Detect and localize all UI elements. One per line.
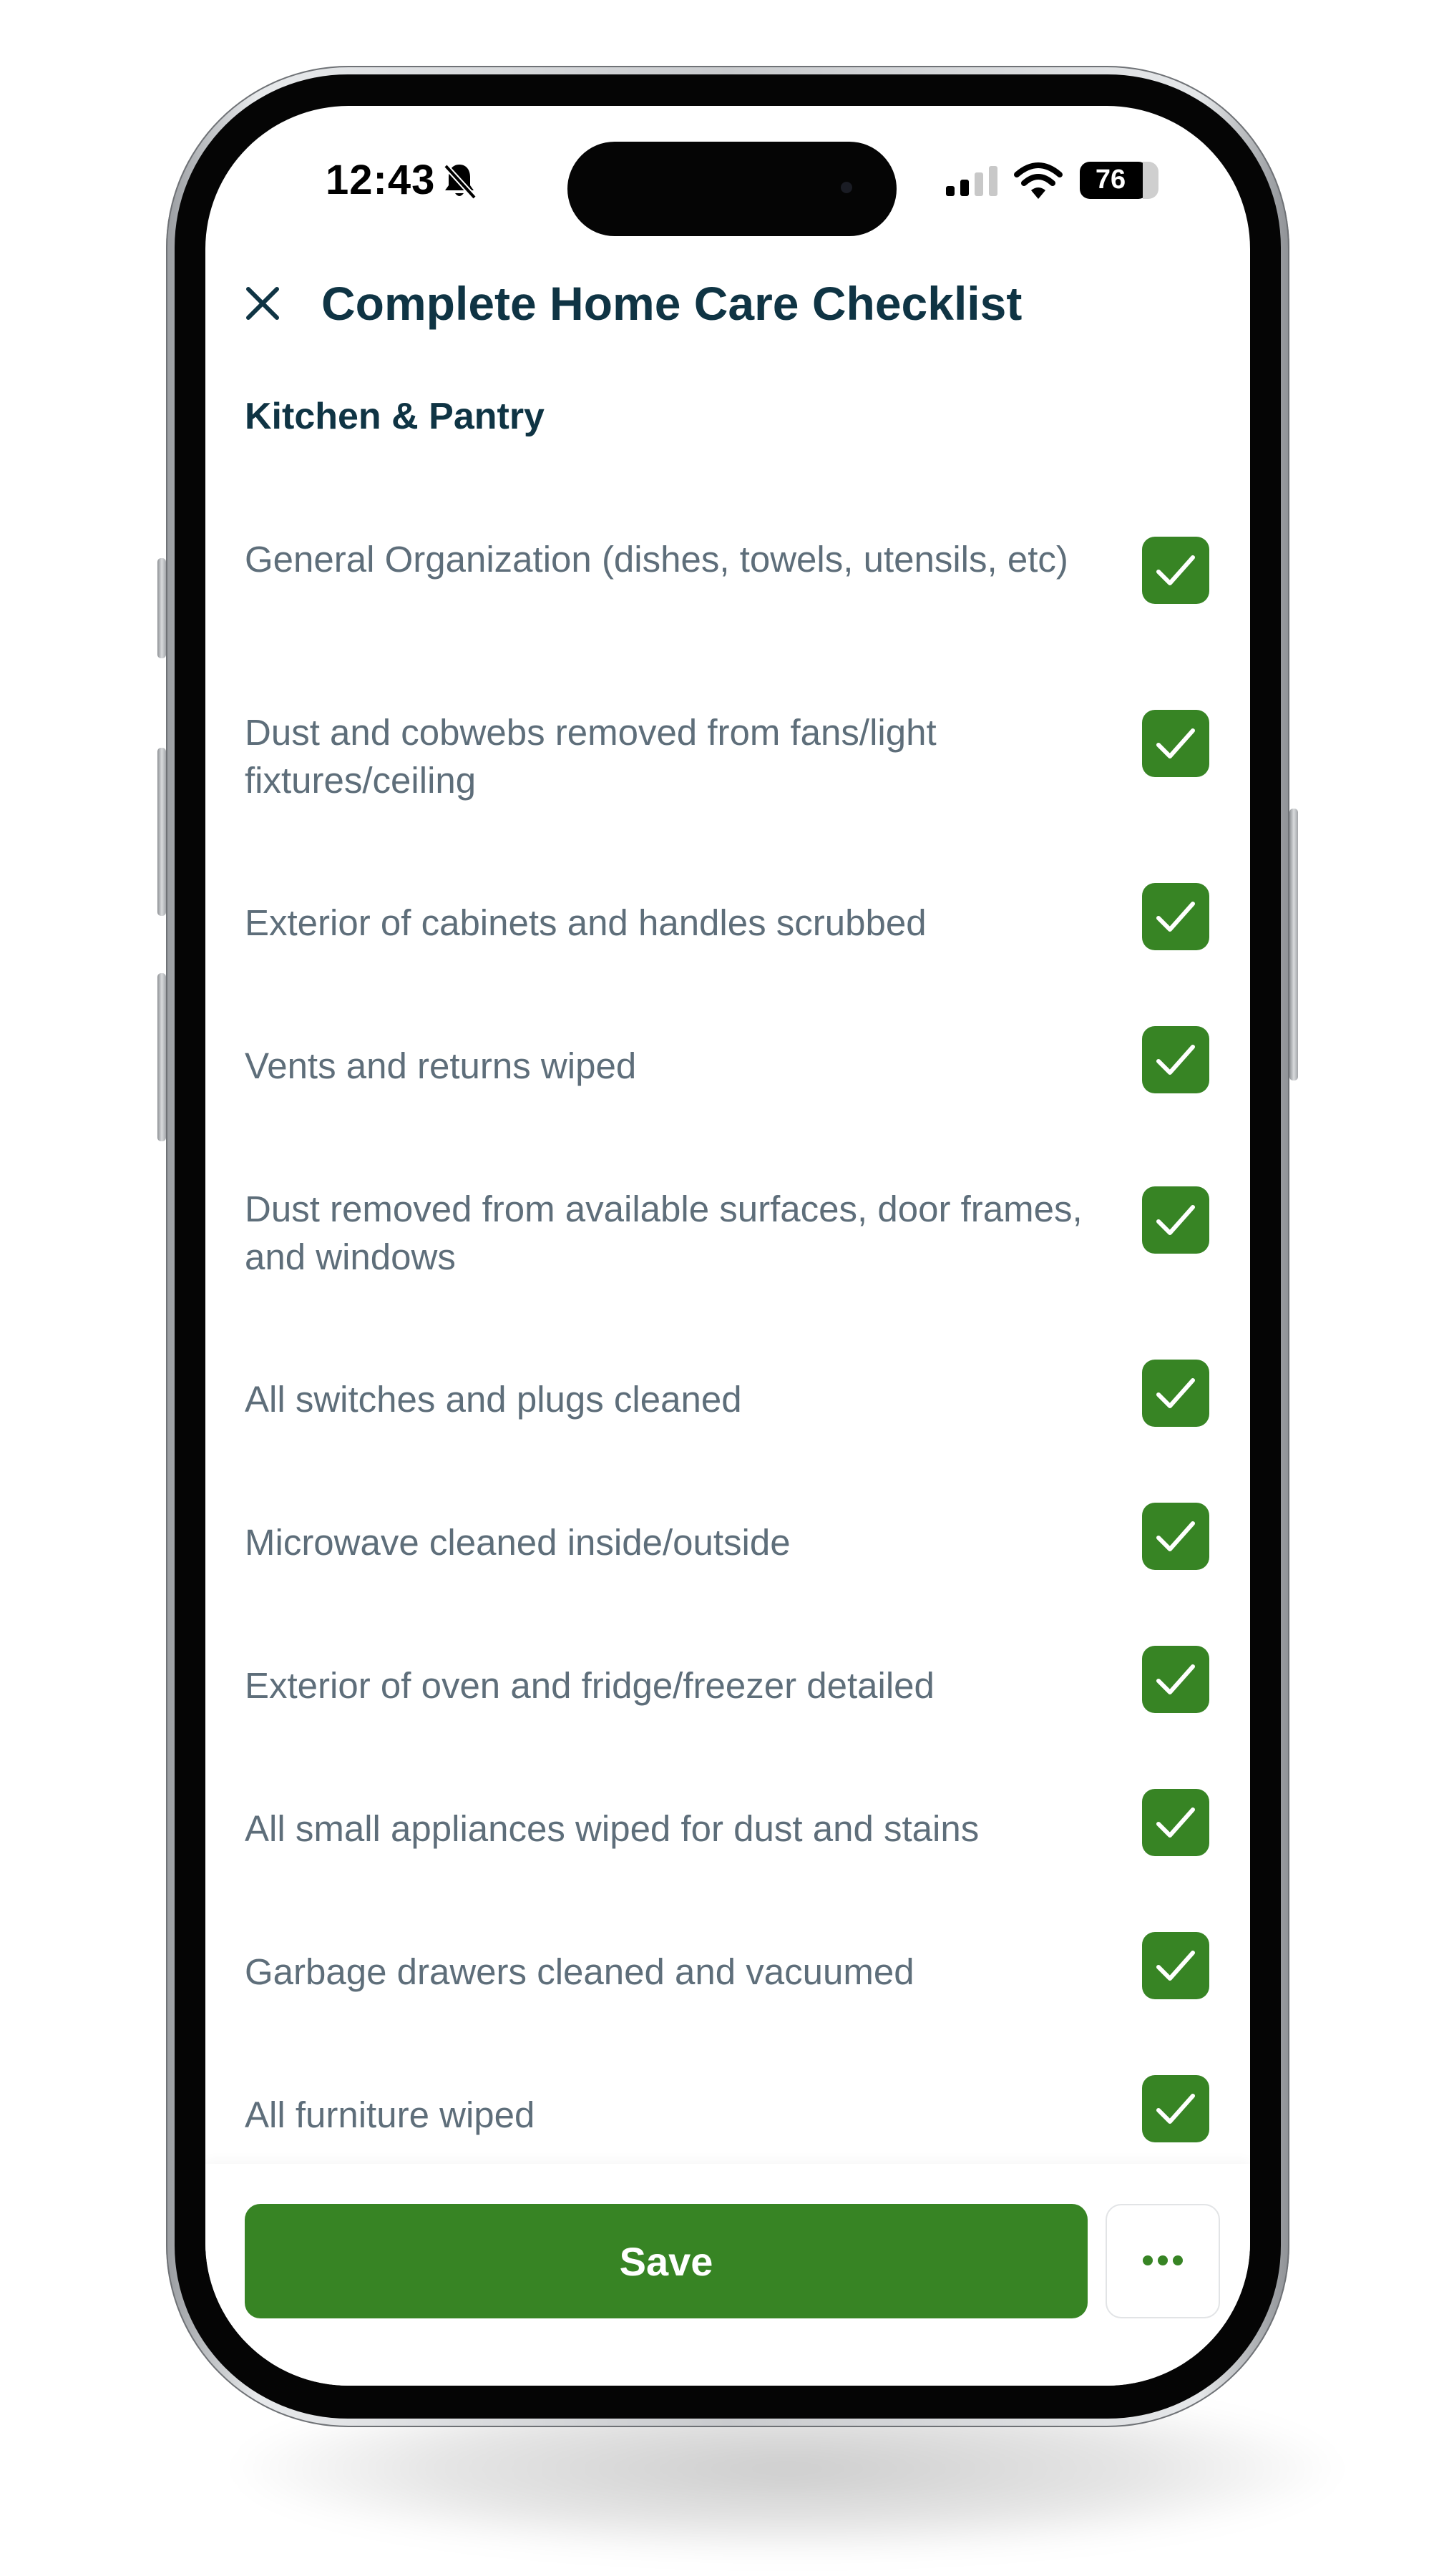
checklist-item-label: Vents and returns wiped xyxy=(245,1045,637,1086)
battery-icon: 76 xyxy=(1080,162,1158,199)
page-title: Complete Home Care Checklist xyxy=(321,277,1023,330)
checklist-item-label: Garbage drawers cleaned and vacuumed xyxy=(245,1951,914,1992)
bell-slash-icon xyxy=(444,164,477,200)
checkbox-checked[interactable] xyxy=(1142,1360,1209,1427)
checklist-item-label: Exterior of oven and fridge/freezer deta… xyxy=(245,1665,935,1706)
checkbox-checked[interactable] xyxy=(1142,1646,1209,1713)
checklist-item-label: Dust and cobwebs removed from fans/light… xyxy=(245,712,937,801)
close-icon[interactable] xyxy=(240,280,286,326)
checklist-item-label: General Organization (dishes, towels, ut… xyxy=(245,539,1068,580)
checkmark-icon xyxy=(1156,555,1195,585)
checkbox-checked[interactable] xyxy=(1142,1503,1209,1570)
checkbox-checked[interactable] xyxy=(1142,2075,1209,2142)
checkmark-icon xyxy=(1156,728,1195,758)
save-button[interactable]: Save xyxy=(245,2204,1088,2318)
checkmark-icon xyxy=(1156,902,1195,932)
checklist-item-label: All switches and plugs cleaned xyxy=(245,1379,742,1420)
phone-screen: 12:43 76 Complete Home Care Checklist Ki… xyxy=(205,106,1250,2386)
checkbox-checked[interactable] xyxy=(1142,1026,1209,1093)
checkmark-icon xyxy=(1156,1664,1195,1694)
checklist-item-label: Exterior of cabinets and handles scrubbe… xyxy=(245,902,927,943)
checklist-item-label: All furniture wiped xyxy=(245,2094,535,2135)
checkbox-checked[interactable] xyxy=(1142,1186,1209,1254)
section-title: Kitchen & Pantry xyxy=(245,396,545,437)
checkmark-icon xyxy=(1156,1045,1195,1075)
checkbox-checked[interactable] xyxy=(1142,1789,1209,1856)
camera-lens xyxy=(841,182,852,193)
checkmark-icon xyxy=(1156,1807,1195,1838)
volume-up-button xyxy=(157,748,166,916)
status-time: 12:43 xyxy=(326,157,436,203)
checklist-item-label: All small appliances wiped for dust and … xyxy=(245,1808,980,1849)
checklist-item-label: Microwave cleaned inside/outside xyxy=(245,1522,791,1563)
checkmark-icon xyxy=(1156,2094,1195,2124)
volume-down-button xyxy=(157,973,166,1141)
bottom-action-bar: Save xyxy=(205,2164,1250,2386)
power-button xyxy=(1289,809,1298,1080)
wifi-icon xyxy=(1014,162,1063,199)
battery-level: 76 xyxy=(1095,165,1126,195)
action-button xyxy=(157,558,166,658)
dynamic-island xyxy=(567,142,897,236)
cellular-signal-icon xyxy=(946,166,997,196)
checkbox-checked[interactable] xyxy=(1142,537,1209,604)
checkmark-icon xyxy=(1156,1521,1195,1551)
checkbox-checked[interactable] xyxy=(1142,710,1209,777)
checkmark-icon xyxy=(1156,1951,1195,1981)
checkmark-icon xyxy=(1156,1378,1195,1408)
checklist-item-label: Dust removed from available surfaces, do… xyxy=(245,1189,1083,1277)
checkbox-checked[interactable] xyxy=(1142,883,1209,950)
more-options-button[interactable] xyxy=(1106,2204,1220,2318)
checkbox-checked[interactable] xyxy=(1142,1932,1209,1999)
checkmark-icon xyxy=(1156,1205,1195,1235)
